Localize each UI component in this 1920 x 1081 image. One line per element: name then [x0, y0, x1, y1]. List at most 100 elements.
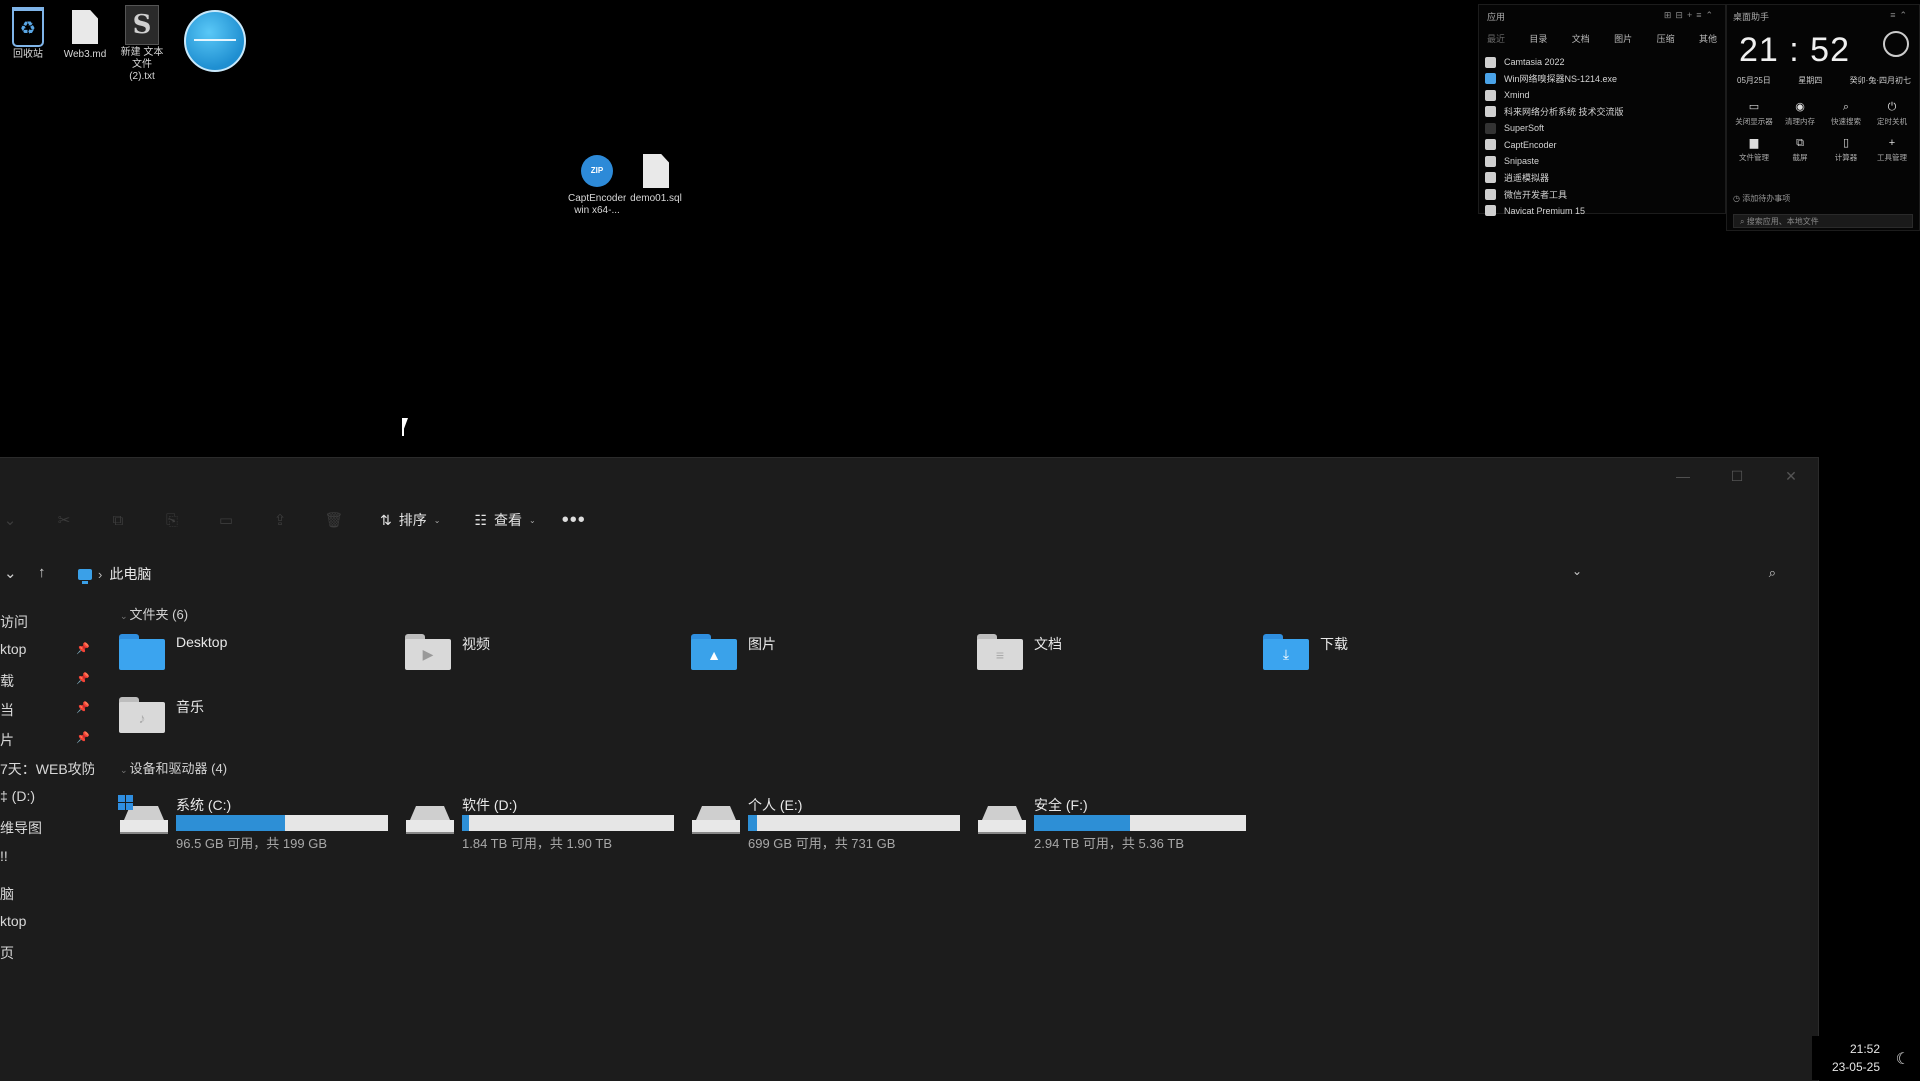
sql-file-icon — [639, 152, 673, 190]
recycle-bin-icon: ♻ — [11, 7, 45, 47]
sidebar-item-folder[interactable]: !! — [0, 848, 94, 864]
view-icon: ☷ — [474, 511, 487, 528]
cut-icon[interactable]: ✂ — [54, 511, 74, 529]
list-item[interactable]: Snipaste — [1485, 153, 1717, 170]
list-item[interactable]: SuperSoft — [1485, 120, 1717, 137]
tool-manage[interactable]: + 工具管理 — [1869, 137, 1915, 163]
sidebar-item-web-folder[interactable]: 7天：WEB攻防 — [0, 759, 94, 779]
sidebar-item-drive-d[interactable]: ‡ (D:) — [0, 788, 94, 804]
sidebar-item-page[interactable]: 页 — [0, 943, 94, 963]
calculator-icon: ▯ — [1842, 137, 1850, 149]
up-arrow-icon[interactable]: ↑ — [38, 564, 46, 581]
floating-ball-icon[interactable] — [184, 10, 246, 72]
tab-other[interactable]: 其他 — [1695, 32, 1721, 45]
list-item[interactable]: 科来网络分析系统 技术交流版 — [1485, 104, 1717, 121]
copy-icon[interactable]: ⧉ — [108, 511, 128, 529]
drive-f[interactable]: 安全 (F:) 2.94 TB 可用，共 5.36 TB — [966, 795, 1246, 851]
maximize-button[interactable]: ☐ — [1710, 458, 1764, 494]
drive-usage-bar — [1034, 815, 1246, 831]
sidebar-item-documents[interactable]: 当 📌 — [0, 700, 94, 720]
desktop-icon-demo01-sql[interactable]: demo01.sql — [626, 152, 686, 205]
this-pc-icon — [78, 568, 92, 584]
drive-usage-bar — [462, 815, 674, 831]
music-folder-icon: ♪ — [119, 697, 165, 733]
breadcrumb[interactable]: 此电脑 — [109, 564, 151, 584]
more-options-button[interactable]: ••• — [562, 510, 586, 530]
folder-desktop[interactable]: Desktop — [108, 628, 378, 678]
search-input[interactable]: ⌕ — [1580, 558, 1790, 590]
tab-recent[interactable]: 最近 — [1483, 32, 1509, 45]
tool-clean-memory[interactable]: ◉ 清理内存 — [1777, 101, 1823, 127]
list-item[interactable]: Xmind — [1485, 87, 1717, 104]
taskbar-clock[interactable]: 21:52 23-05-25 — [1832, 1040, 1880, 1076]
address-bar[interactable]: › 此电脑 ⌄ ↻ — [72, 558, 1624, 590]
folder-pictures[interactable]: ▲ 图片 — [680, 628, 950, 678]
list-item[interactable]: 逍遥模拟器 — [1485, 170, 1717, 187]
drive-icon — [406, 806, 454, 834]
tool-monitor-off[interactable]: ▭ 关闭显示器 — [1731, 101, 1777, 127]
search-icon: ⌕ — [1842, 101, 1850, 113]
desktop-icon-captencoder-zip[interactable]: ZIP CaptEncoder-win x64-... — [567, 152, 627, 217]
rename-icon[interactable]: ▭ — [216, 511, 236, 529]
crop-icon: ⧉ — [1796, 137, 1804, 149]
tab-documents[interactable]: 文档 — [1568, 32, 1594, 45]
file-icon — [68, 8, 102, 46]
share-icon[interactable]: ⇪ — [270, 511, 290, 529]
paste-icon[interactable]: ⎘ — [162, 511, 182, 529]
sidebar-item-desktop[interactable]: ktop 📌 — [0, 641, 94, 657]
widget-controls[interactable]: ≡⌃ — [1890, 10, 1911, 21]
sidebar-item-quick-access[interactable]: 访问 — [0, 612, 94, 632]
tool-calculator[interactable]: ▯ 计算器 — [1823, 137, 1869, 163]
folder-music[interactable]: ♪ 音乐 — [108, 691, 378, 741]
desktop-icon-recycle-bin[interactable]: ♻ 回收站 — [0, 7, 58, 61]
plus-icon: + — [1888, 137, 1896, 149]
camtasia-icon — [1485, 56, 1496, 68]
tab-directory[interactable]: 目录 — [1525, 32, 1551, 45]
tool-screenshot[interactable]: ⧉ 截屏 — [1777, 137, 1823, 163]
recent-locations-icon[interactable]: ⌄ — [4, 564, 17, 582]
folders-section-header[interactable]: ⌄ 文件夹 (6) — [120, 604, 188, 623]
desktop-icon-text-file[interactable]: S 新建 文本文件 (2).txt — [112, 5, 172, 83]
tool-file-manager[interactable]: ▆ 文件管理 — [1731, 137, 1777, 163]
sidebar-item-downloads[interactable]: 载 📌 — [0, 671, 94, 691]
text-file-icon: S — [125, 5, 159, 45]
tool-timed-shutdown[interactable]: ⏻ 定时关机 — [1869, 101, 1915, 127]
desktop-icon-label: Web3.md — [63, 49, 107, 60]
sidebar-item-this-pc[interactable]: 脑 — [0, 884, 94, 904]
list-item[interactable]: Navicat Premium 15 — [1485, 203, 1717, 220]
list-item[interactable]: CaptEncoder — [1485, 137, 1717, 154]
view-button[interactable]: ☷ 查看 ⌄ — [474, 510, 535, 530]
list-item[interactable]: Win网络嗅探器NS-1214.exe — [1485, 71, 1717, 88]
minimize-button[interactable]: — — [1656, 458, 1710, 494]
tab-archives[interactable]: 压缩 — [1653, 32, 1679, 45]
focus-assist-icon[interactable]: ☾ — [1896, 1049, 1910, 1069]
folder-videos[interactable]: ▶ 视频 — [394, 628, 664, 678]
folder-icon: ▆ — [1749, 137, 1759, 149]
widget-controls[interactable]: ⊞⊟+≡⌃ — [1664, 10, 1717, 21]
moon-icon — [1883, 31, 1909, 57]
widget-search-input[interactable]: ⌕ 搜索应用、本地文件 — [1733, 214, 1913, 228]
folder-downloads[interactable]: ⤓ 下载 — [1252, 628, 1522, 678]
sidebar-item-pictures[interactable]: 片 📌 — [0, 730, 94, 750]
tool-quick-search[interactable]: ⌕ 快速搜索 — [1823, 101, 1869, 127]
sniffer-icon — [1485, 73, 1496, 85]
list-item[interactable]: 微信开发者工具 — [1485, 186, 1717, 203]
close-button[interactable]: ✕ — [1764, 458, 1818, 494]
pin-icon: 📌 — [76, 643, 90, 655]
drive-d[interactable]: 软件 (D:) 1.84 TB 可用，共 1.90 TB — [394, 795, 674, 851]
drives-section-header[interactable]: ⌄ 设备和驱动器 (4) — [120, 758, 227, 777]
tab-images[interactable]: 图片 — [1610, 32, 1636, 45]
drive-c[interactable]: 系统 (C:) 96.5 GB 可用，共 199 GB — [108, 795, 388, 851]
drive-e[interactable]: 个人 (E:) 699 GB 可用，共 731 GB — [680, 795, 960, 851]
sidebar-item-desktop-2[interactable]: ktop — [0, 913, 94, 929]
new-chevron-icon[interactable]: ⌄ — [0, 511, 20, 529]
sort-button[interactable]: ⇅ 排序 ⌄ — [380, 510, 440, 530]
toolbar: ⌄ ✂ ⧉ ⎘ ▭ ⇪ 🗑 ⇅ 排序 ⌄ ☷ 查看 ⌄ ••• — [0, 506, 586, 534]
delete-icon[interactable]: 🗑 — [324, 511, 344, 529]
todo-row[interactable]: ◷ 添加待办事项 — [1733, 193, 1913, 204]
folder-documents[interactable]: ≡ 文档 — [966, 628, 1236, 678]
sidebar-item-mindmap[interactable]: 维导图 — [0, 818, 94, 838]
desktop-icon-web3-md[interactable]: Web3.md — [55, 8, 115, 61]
list-item[interactable]: Camtasia 2022 — [1485, 54, 1717, 71]
search-icon: ⌕ — [1768, 565, 1776, 580]
